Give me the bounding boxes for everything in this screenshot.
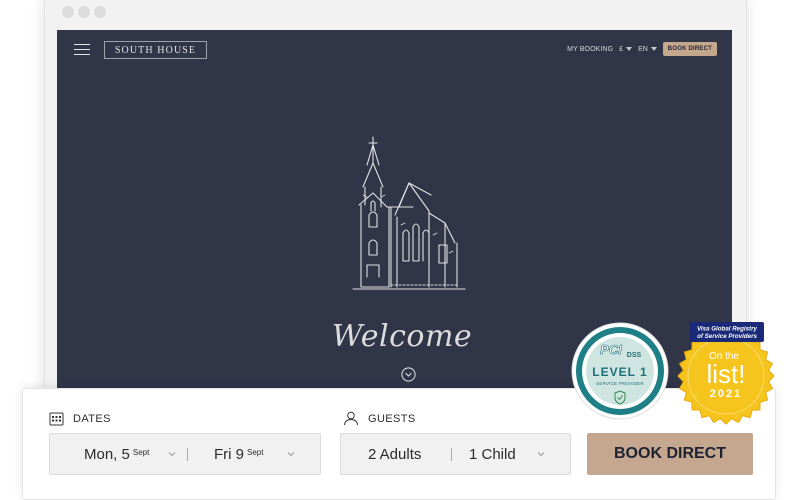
pci-level: LEVEL 1 <box>592 365 647 379</box>
header-book-direct-button[interactable]: BOOK DIRECT <box>662 42 717 56</box>
visa-list: list! <box>707 359 746 389</box>
visa-year: 2021 <box>710 388 742 400</box>
pci-service-provider: SERVICE PROVIDER <box>596 381 644 386</box>
checkout-date-select[interactable]: Fri 9 Sept <box>214 434 263 474</box>
chevron-down-icon <box>287 452 295 457</box>
guests-section-label: GUESTS <box>343 411 416 426</box>
window-controls <box>62 6 106 18</box>
guests-field: 2 Adults 1 Child <box>340 433 571 475</box>
checkout-day: Fri 9 <box>214 445 244 463</box>
chevron-down-icon <box>537 452 545 457</box>
checkin-month: Sept <box>132 447 150 457</box>
chevron-down-icon <box>168 452 176 457</box>
welcome-heading: Welcome <box>331 319 473 354</box>
my-booking-link[interactable]: MY BOOKING <box>567 46 613 53</box>
visa-banner-line1: Visa Global Registry <box>697 326 758 333</box>
checkout-month: Sept <box>247 447 264 457</box>
checkin-date-select[interactable]: Mon, 5 Sept <box>84 434 149 474</box>
dates-label: DATES <box>73 412 111 425</box>
adults-select[interactable]: 2 Adults <box>368 434 421 474</box>
children-select[interactable]: 1 Child <box>469 434 516 474</box>
book-direct-button[interactable]: BOOK DIRECT <box>587 433 753 475</box>
window-dot-minimize[interactable] <box>78 6 90 18</box>
menu-icon[interactable] <box>74 44 90 56</box>
site-logo[interactable]: SOUTH HOUSE <box>104 41 207 59</box>
church-illustration <box>352 136 466 290</box>
visa-registry-badge: Visa Global Registry of Service Provider… <box>677 322 775 425</box>
window-dot-maximize[interactable] <box>94 6 106 18</box>
children-value: 1 Child <box>469 445 516 463</box>
calendar-icon <box>49 412 64 426</box>
dates-section-label: DATES <box>49 411 111 426</box>
field-divider <box>187 448 188 461</box>
chevron-down-icon <box>626 47 633 51</box>
language-selector[interactable]: EN <box>638 46 657 53</box>
adults-value: 2 Adults <box>368 445 422 463</box>
currency-selector[interactable]: £ <box>619 45 633 53</box>
person-icon <box>344 411 358 426</box>
scroll-down-icon[interactable] <box>401 367 416 382</box>
pci-dss-badge: PCI DSS LEVEL 1 SERVICE PROVIDER <box>571 322 669 420</box>
field-divider <box>451 448 452 461</box>
guests-label: GUESTS <box>368 412 416 425</box>
window-dot-close[interactable] <box>62 6 74 18</box>
chevron-down-icon <box>650 47 657 51</box>
language-label: EN <box>638 45 648 53</box>
pci-logo: PCI <box>600 342 622 357</box>
pci-dss-text: DSS <box>627 352 642 359</box>
currency-label: £ <box>619 45 624 53</box>
checkin-day: Mon, 5 <box>84 445 130 463</box>
visa-banner-line2: of Service Providers <box>697 333 757 340</box>
top-navigation: MY BOOKING £ EN BOOK DIRECT <box>567 42 717 56</box>
dates-field: Mon, 5 Sept Fri 9 Sept <box>49 433 321 475</box>
